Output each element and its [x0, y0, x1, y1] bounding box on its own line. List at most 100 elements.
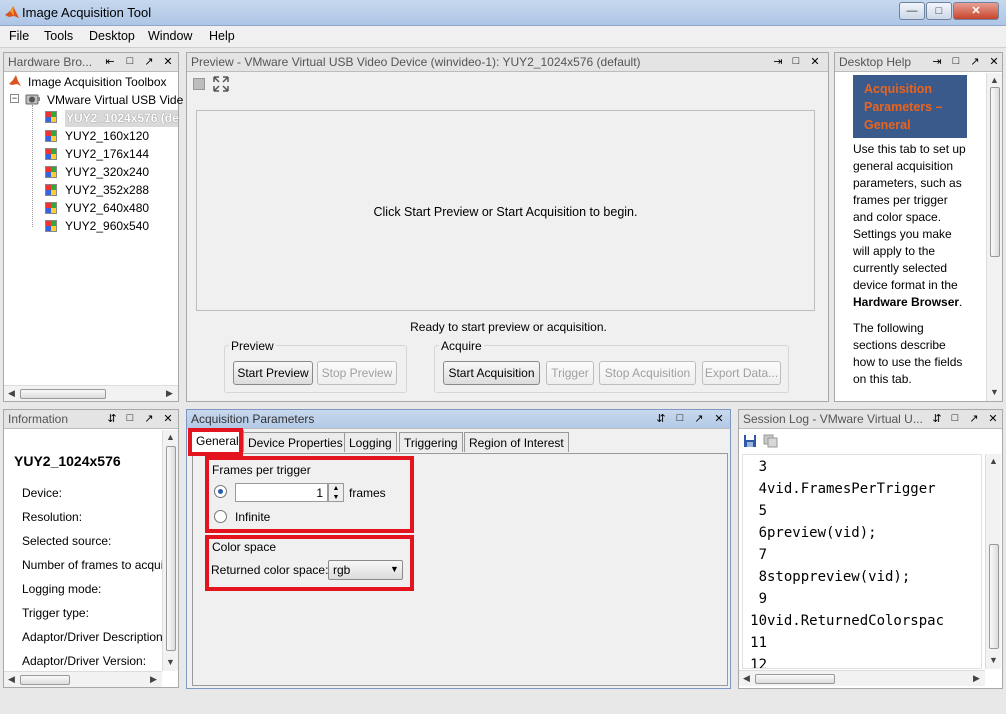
horizontal-scrollbar[interactable]: ◀ ▶: [739, 670, 985, 686]
format-icon: [45, 111, 57, 123]
pin-icon[interactable]: ↗: [143, 412, 155, 425]
maximize-panel-icon[interactable]: □: [674, 412, 686, 424]
dock-icon[interactable]: ⇵: [106, 412, 118, 425]
stop-icon[interactable]: [193, 78, 205, 90]
highlight-general-tab: [188, 428, 243, 456]
close-panel-icon[interactable]: ✕: [988, 55, 1000, 68]
tree-format[interactable]: YUY2_160x120: [65, 129, 149, 143]
format-icon: [45, 220, 57, 232]
stop-preview-button[interactable]: Stop Preview: [317, 361, 397, 385]
close-panel-icon[interactable]: ✕: [809, 55, 821, 68]
horizontal-scrollbar[interactable]: ◀ ▶: [4, 671, 162, 687]
start-acquisition-button[interactable]: Start Acquisition: [443, 361, 540, 385]
tab-triggering[interactable]: Triggering: [399, 432, 463, 452]
line-number: 9: [758, 591, 767, 607]
tree-root-toolbox[interactable]: Image Acquisition Toolbox: [28, 75, 167, 89]
line-number: 7: [758, 547, 767, 563]
info-label: Device:: [22, 486, 63, 500]
matlab-logo-icon: [5, 6, 19, 18]
undock-icon[interactable]: ⇥: [931, 55, 943, 68]
format-icon: [45, 166, 57, 178]
preview-group-label: Preview: [229, 339, 276, 353]
acquisition-parameters-title: Acquisition Parameters: [191, 412, 315, 426]
tab-logging[interactable]: Logging: [344, 432, 397, 452]
preview-area: Click Start Preview or Start Acquisition…: [196, 110, 815, 311]
maximize-panel-icon[interactable]: □: [950, 55, 962, 67]
tab-device-properties[interactable]: Device Properties: [243, 432, 348, 452]
dock-icon[interactable]: ⇵: [655, 412, 667, 425]
dock-icon[interactable]: ⇵: [931, 412, 943, 425]
maximize-panel-icon[interactable]: □: [124, 55, 136, 67]
help-line: device format in the: [853, 278, 958, 292]
tree-format[interactable]: YUY2_176x144: [65, 147, 149, 161]
close-panel-icon[interactable]: ✕: [713, 412, 725, 425]
undock-icon[interactable]: ⇤: [104, 55, 116, 68]
undock-icon[interactable]: ⇥: [772, 55, 784, 68]
help-line: currently selected: [853, 261, 948, 275]
stop-acquisition-button[interactable]: Stop Acquisition: [599, 361, 696, 385]
tree-device[interactable]: VMware Virtual USB Vide: [47, 93, 183, 107]
preview-panel: Preview - VMware Virtual USB Video Devic…: [186, 52, 829, 402]
line-number: 5: [758, 503, 767, 519]
pin-icon[interactable]: ↗: [969, 55, 981, 68]
highlight-frames-group: [205, 456, 414, 533]
format-icon: [45, 184, 57, 196]
desktop-help-title: Desktop Help: [839, 55, 912, 69]
copy-icon[interactable]: [763, 434, 779, 448]
status-text: Ready to start preview or acquisition.: [410, 320, 607, 334]
maximize-button[interactable]: □: [926, 2, 952, 20]
help-link-hardware-browser[interactable]: Hardware Browser: [853, 295, 959, 309]
help-line: frames per trigger: [853, 193, 948, 207]
hardware-browser-panel: Hardware Bro... ⇤ □ ↗ ✕ Image Acquisitio…: [3, 52, 183, 402]
fullscreen-icon[interactable]: [213, 76, 229, 92]
highlight-color-group: [205, 535, 414, 591]
pin-icon[interactable]: ↗: [968, 412, 980, 425]
menu-file[interactable]: File: [9, 29, 29, 43]
tree-format[interactable]: YUY2_352x288: [65, 183, 149, 197]
maximize-panel-icon[interactable]: □: [790, 55, 802, 67]
export-data-button[interactable]: Export Data...: [702, 361, 781, 385]
info-label: Number of frames to acqui: [22, 558, 164, 572]
line-number: 3: [758, 459, 767, 475]
close-panel-icon[interactable]: ✕: [987, 412, 999, 425]
tree-format-selected[interactable]: YUY2_1024x576 (de: [65, 110, 179, 127]
collapse-toggle-icon[interactable]: −: [10, 94, 19, 103]
menu-help[interactable]: Help: [209, 29, 235, 43]
start-preview-button[interactable]: Start Preview: [233, 361, 313, 385]
vertical-scrollbar[interactable]: ▲ ▼: [985, 454, 1001, 669]
code-area[interactable]: 3 4 vid.FramesPerTrigger 5 6 preview(vid…: [742, 454, 982, 669]
menu-tools[interactable]: Tools: [44, 29, 73, 43]
pin-icon[interactable]: ↗: [693, 412, 705, 425]
menu-desktop[interactable]: Desktop: [89, 29, 135, 43]
information-title: Information: [8, 412, 69, 426]
desktop-help-panel: Desktop Help ⇥ □ ↗ ✕ Acquisition Paramet…: [834, 52, 1003, 402]
code-line: vid.ReturnedColorspac: [767, 613, 945, 629]
menu-bar: File Tools Desktop Window Help: [0, 26, 1006, 48]
menu-window[interactable]: Window: [148, 29, 192, 43]
tree-format[interactable]: YUY2_960x540: [65, 219, 149, 233]
tab-region-of-interest[interactable]: Region of Interest: [464, 432, 569, 452]
pin-icon[interactable]: ↗: [143, 55, 155, 68]
line-number: 6: [758, 525, 767, 541]
help-line: how to use the fields: [853, 355, 963, 369]
maximize-panel-icon[interactable]: □: [949, 412, 961, 424]
trigger-button[interactable]: Trigger: [546, 361, 594, 385]
maximize-panel-icon[interactable]: □: [124, 412, 136, 424]
horizontal-scrollbar[interactable]: ◀ ▶: [4, 385, 178, 401]
minimize-button[interactable]: —: [899, 2, 925, 20]
close-window-button[interactable]: ✕: [953, 2, 999, 20]
info-label: Logging mode:: [22, 582, 102, 596]
format-icon: [45, 202, 57, 214]
tree-format[interactable]: YUY2_640x480: [65, 201, 149, 215]
vertical-scrollbar[interactable]: ▲ ▼: [162, 430, 178, 671]
tree-format[interactable]: YUY2_320x240: [65, 165, 149, 179]
close-panel-icon[interactable]: ✕: [162, 412, 174, 425]
save-icon[interactable]: [743, 434, 757, 448]
vertical-scrollbar[interactable]: ▲ ▼: [986, 73, 1002, 401]
info-label: Selected source:: [22, 534, 112, 548]
help-line-end: .: [959, 295, 963, 309]
panel-header: Preview - VMware Virtual USB Video Devic…: [187, 53, 828, 72]
line-number: 11: [750, 635, 767, 651]
close-panel-icon[interactable]: ✕: [162, 55, 174, 68]
help-line: sections describe: [853, 338, 946, 352]
